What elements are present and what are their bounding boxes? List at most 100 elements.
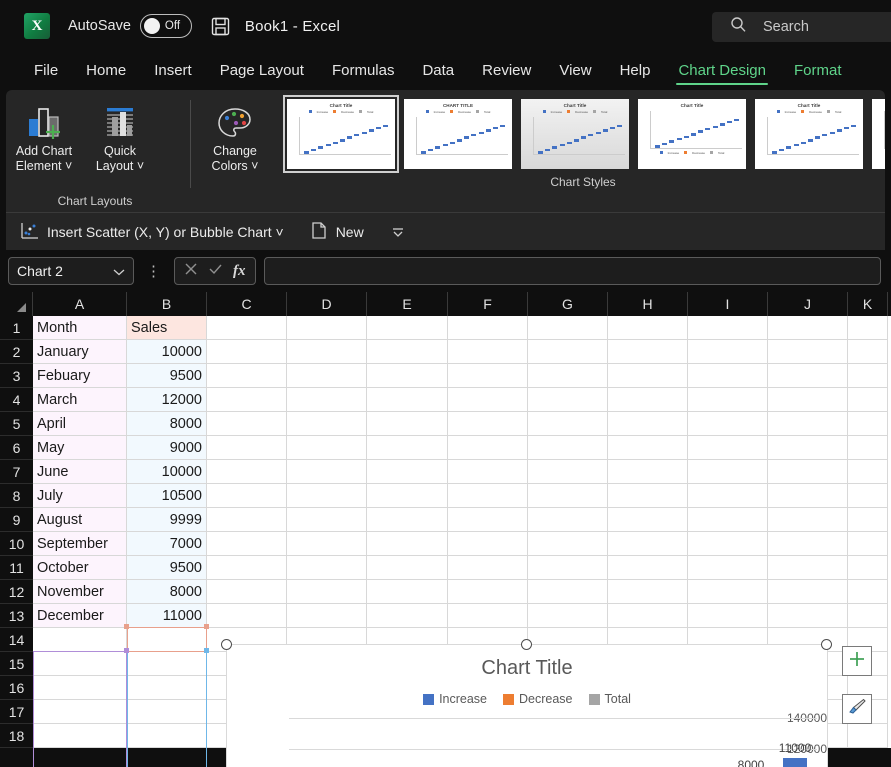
cell-A11[interactable]: October bbox=[33, 556, 127, 580]
tab-view[interactable]: View bbox=[545, 59, 605, 86]
chart-plot-area[interactable]: 1000095001200080009000100001050099997000… bbox=[289, 718, 817, 767]
cell-E12[interactable] bbox=[367, 580, 448, 604]
legend-item-increase[interactable]: Increase bbox=[423, 692, 487, 706]
cell-C2[interactable] bbox=[207, 340, 287, 364]
cell-H7[interactable] bbox=[608, 460, 688, 484]
chart-title[interactable]: Chart Title bbox=[227, 657, 827, 680]
cell-I4[interactable] bbox=[688, 388, 768, 412]
cell-A7[interactable]: June bbox=[33, 460, 127, 484]
cell-H9[interactable] bbox=[608, 508, 688, 532]
legend-item-decrease[interactable]: Decrease bbox=[503, 692, 573, 706]
cell-A4[interactable]: March bbox=[33, 388, 127, 412]
cell-D12[interactable] bbox=[287, 580, 367, 604]
confirm-check-icon[interactable] bbox=[208, 262, 223, 280]
cell-E3[interactable] bbox=[367, 364, 448, 388]
cell-E1[interactable] bbox=[367, 316, 448, 340]
add-chart-element-button[interactable]: Add Chart Element ˅ bbox=[6, 98, 82, 174]
cell-I8[interactable] bbox=[688, 484, 768, 508]
cell-K10[interactable] bbox=[848, 532, 888, 556]
cell-K5[interactable] bbox=[848, 412, 888, 436]
cell-F11[interactable] bbox=[448, 556, 528, 580]
cell-B18[interactable] bbox=[127, 724, 207, 748]
cell-D7[interactable] bbox=[287, 460, 367, 484]
cell-I1[interactable] bbox=[688, 316, 768, 340]
cell-A15[interactable] bbox=[33, 652, 127, 676]
row-header-17[interactable]: 17 bbox=[0, 700, 33, 724]
cell-E7[interactable] bbox=[367, 460, 448, 484]
cell-K2[interactable] bbox=[848, 340, 888, 364]
cell-J9[interactable] bbox=[768, 508, 848, 532]
cell-C4[interactable] bbox=[207, 388, 287, 412]
cell-G13[interactable] bbox=[528, 604, 608, 628]
cell-A17[interactable] bbox=[33, 700, 127, 724]
cell-F9[interactable] bbox=[448, 508, 528, 532]
cell-A6[interactable]: May bbox=[33, 436, 127, 460]
cell-C9[interactable] bbox=[207, 508, 287, 532]
cell-H8[interactable] bbox=[608, 484, 688, 508]
cell-G6[interactable] bbox=[528, 436, 608, 460]
cell-D13[interactable] bbox=[287, 604, 367, 628]
cell-A5[interactable]: April bbox=[33, 412, 127, 436]
column-header-i[interactable]: I bbox=[688, 292, 768, 316]
cell-F13[interactable] bbox=[448, 604, 528, 628]
cell-C12[interactable] bbox=[207, 580, 287, 604]
cell-F10[interactable] bbox=[448, 532, 528, 556]
column-header-h[interactable]: H bbox=[608, 292, 688, 316]
cell-B1[interactable]: Sales bbox=[127, 316, 207, 340]
cell-D5[interactable] bbox=[287, 412, 367, 436]
cell-A3[interactable]: Febuary bbox=[33, 364, 127, 388]
quick-layout-button[interactable]: Quick Layout ˅ bbox=[82, 98, 158, 174]
cell-I5[interactable] bbox=[688, 412, 768, 436]
cell-B14[interactable] bbox=[127, 628, 207, 652]
cell-G9[interactable] bbox=[528, 508, 608, 532]
cell-J8[interactable] bbox=[768, 484, 848, 508]
cell-K7[interactable] bbox=[848, 460, 888, 484]
cell-B13[interactable]: 11000 bbox=[127, 604, 207, 628]
cell-J6[interactable] bbox=[768, 436, 848, 460]
cell-I10[interactable] bbox=[688, 532, 768, 556]
cell-B16[interactable] bbox=[127, 676, 207, 700]
cell-J11[interactable] bbox=[768, 556, 848, 580]
row-header-3[interactable]: 3 bbox=[0, 364, 33, 388]
save-icon[interactable] bbox=[210, 16, 231, 37]
cell-J5[interactable] bbox=[768, 412, 848, 436]
cell-A13[interactable]: December bbox=[33, 604, 127, 628]
cell-H5[interactable] bbox=[608, 412, 688, 436]
selection-handle[interactable] bbox=[204, 624, 209, 629]
cell-F1[interactable] bbox=[448, 316, 528, 340]
cell-J7[interactable] bbox=[768, 460, 848, 484]
cell-F2[interactable] bbox=[448, 340, 528, 364]
cell-J13[interactable] bbox=[768, 604, 848, 628]
waterfall-bar-december[interactable] bbox=[782, 758, 808, 767]
cell-G5[interactable] bbox=[528, 412, 608, 436]
cell-I11[interactable] bbox=[688, 556, 768, 580]
row-header-13[interactable]: 13 bbox=[0, 604, 33, 628]
cell-K11[interactable] bbox=[848, 556, 888, 580]
tab-formulas[interactable]: Formulas bbox=[318, 59, 409, 86]
row-header-7[interactable]: 7 bbox=[0, 460, 33, 484]
cell-E9[interactable] bbox=[367, 508, 448, 532]
chart-style-5[interactable]: Chart Title Increase Decrease Total bbox=[755, 99, 863, 169]
cell-B12[interactable]: 8000 bbox=[127, 580, 207, 604]
tab-home[interactable]: Home bbox=[72, 59, 140, 86]
column-header-e[interactable]: E bbox=[367, 292, 448, 316]
cell-I2[interactable] bbox=[688, 340, 768, 364]
tab-review[interactable]: Review bbox=[468, 59, 545, 86]
cell-C11[interactable] bbox=[207, 556, 287, 580]
cell-I3[interactable] bbox=[688, 364, 768, 388]
cell-C5[interactable] bbox=[207, 412, 287, 436]
cell-B2[interactable]: 10000 bbox=[127, 340, 207, 364]
overflow-chevron-icon[interactable] bbox=[390, 225, 406, 239]
cell-G2[interactable] bbox=[528, 340, 608, 364]
chart-style-4[interactable]: Chart Title Increase Decrease Total bbox=[638, 99, 746, 169]
selection-handle[interactable] bbox=[124, 624, 129, 629]
cell-D9[interactable] bbox=[287, 508, 367, 532]
cell-G1[interactable] bbox=[528, 316, 608, 340]
cell-A8[interactable]: July bbox=[33, 484, 127, 508]
cell-J3[interactable] bbox=[768, 364, 848, 388]
fx-icon[interactable]: fx bbox=[233, 263, 246, 280]
cell-I7[interactable] bbox=[688, 460, 768, 484]
cell-J4[interactable] bbox=[768, 388, 848, 412]
tab-chart-design[interactable]: Chart Design bbox=[664, 59, 780, 86]
cell-G12[interactable] bbox=[528, 580, 608, 604]
